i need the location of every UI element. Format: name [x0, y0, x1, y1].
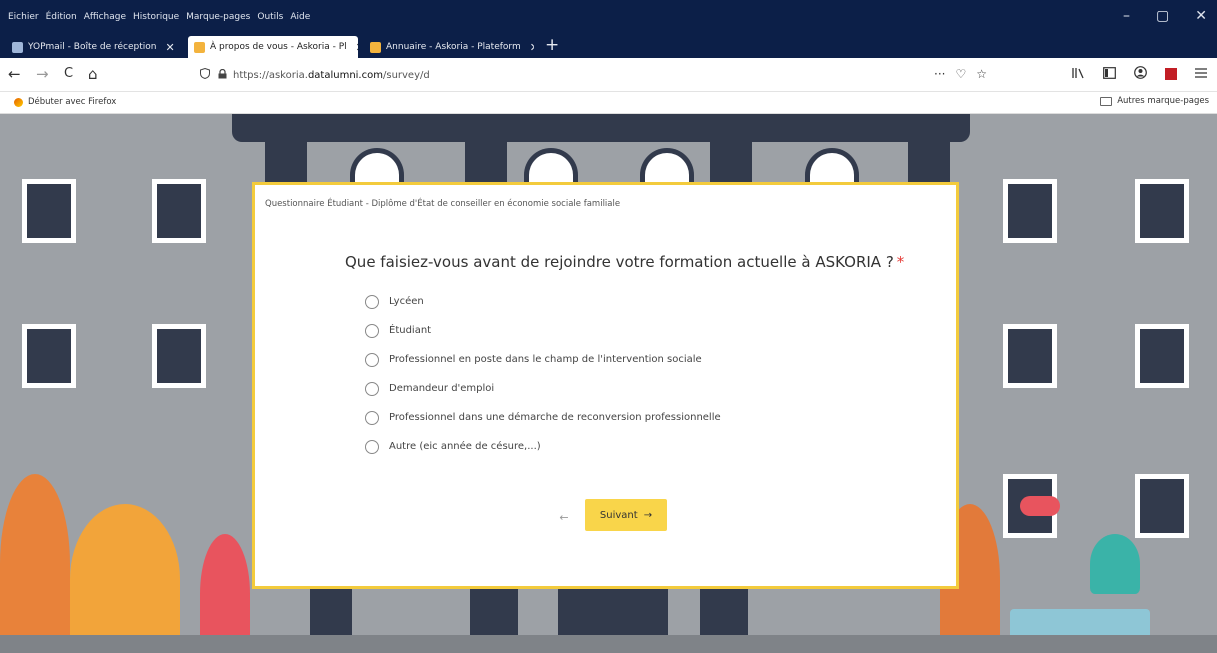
building-window [152, 179, 206, 243]
account-icon[interactable] [1134, 66, 1147, 82]
sidebar-icon[interactable] [1103, 66, 1116, 82]
option-label: Professionnel dans une démarche de recon… [389, 412, 721, 423]
options-list: Lycéen Étudiant Professionnel en poste d… [365, 287, 721, 461]
survey-title: Questionnaire Étudiant - Diplôme d'État … [265, 199, 621, 209]
menu-historique[interactable]: Historique [133, 12, 179, 22]
building-window [1003, 179, 1057, 243]
building-window [22, 179, 76, 243]
new-tab-button[interactable]: + [545, 35, 559, 55]
option-reconversion[interactable]: Professionnel dans une démarche de recon… [365, 403, 721, 432]
option-demandeur-emploi[interactable]: Demandeur d'emploi [365, 374, 721, 403]
building-column [710, 142, 752, 182]
bookmarks-bar: Débuter avec Firefox Autres marque-pages [0, 92, 1217, 114]
menu-affichage[interactable]: Affichage [84, 12, 126, 22]
menu-marque-pages[interactable]: Marque-pages [186, 12, 250, 22]
person-illustration [1090, 534, 1140, 594]
option-label: Autre (eic année de césure,...) [389, 441, 541, 452]
pdf-icon[interactable] [1165, 68, 1177, 80]
question-text: Que faisiez-vous avant de rejoindre votr… [345, 253, 904, 271]
close-tab-icon[interactable]: ✕ [530, 41, 534, 54]
menu-bar: Eichier Édition Affichage Historique Mar… [0, 0, 1217, 33]
person-illustration [70, 504, 180, 653]
folder-icon [1100, 96, 1113, 106]
menu-fichier[interactable]: Eichier [8, 12, 39, 22]
building-window [1135, 324, 1189, 388]
option-professionnel-en-poste[interactable]: Professionnel en poste dans le champ de … [365, 345, 721, 374]
url-host: datalumni.com [307, 69, 383, 81]
survey-card: Questionnaire Étudiant - Diplôme d'État … [252, 182, 959, 589]
url-bar[interactable]: https://askoria. datalumni.com/survey/d [200, 63, 990, 87]
radio-button[interactable] [365, 352, 379, 367]
option-label: Demandeur d'emploi [389, 383, 495, 394]
building-window [1135, 474, 1189, 538]
library-icon[interactable] [1072, 67, 1085, 82]
other-bookmarks-label: Autres marque-pages [1117, 96, 1209, 106]
pocket-icon[interactable]: ♡ [955, 67, 966, 81]
firefox-icon [14, 97, 23, 107]
tab-label: YOPmail - Boîte de réception [28, 42, 157, 52]
tab-a-propos[interactable]: À propos de vous - Askoria - Pl ✕ [188, 36, 358, 58]
question-label: Que faisiez-vous avant de rejoindre votr… [345, 253, 894, 271]
option-label: Étudiant [389, 325, 432, 336]
radio-button[interactable] [365, 381, 379, 396]
close-tab-icon[interactable]: ✕ [165, 41, 174, 54]
tab-bar: YOPmail - Boîte de réception ✕ À propos … [0, 33, 1217, 58]
radio-button[interactable] [365, 294, 379, 309]
tab-label: Annuaire - Askoria - Plateform [386, 42, 521, 52]
arrow-right-icon: → [643, 509, 653, 521]
reload-icon[interactable]: C [64, 66, 73, 81]
bookmark-star-icon[interactable]: ☆ [976, 67, 987, 81]
person-illustration [0, 474, 70, 653]
menu-icon[interactable] [1195, 67, 1207, 81]
close-window-button[interactable]: ✕ [1195, 8, 1207, 24]
navigation-bar: ← → C ⌂ https://askoria. datalumni.com/su… [0, 58, 1217, 92]
building-window [22, 324, 76, 388]
tab-annuaire[interactable]: Annuaire - Askoria - Plateform ✕ [364, 36, 534, 58]
radio-button[interactable] [365, 410, 379, 425]
minimize-button[interactable]: – [1123, 8, 1130, 24]
back-arrow-icon[interactable]: ← [8, 65, 21, 83]
lock-icon [218, 68, 227, 82]
askoria-favicon-icon [370, 41, 381, 53]
bookmark-label: Débuter avec Firefox [28, 97, 117, 107]
ground [0, 635, 1217, 653]
close-tab-icon[interactable]: ✕ [356, 41, 358, 54]
bookmark-getting-started[interactable]: Débuter avec Firefox [14, 97, 116, 107]
building-roof [232, 114, 970, 142]
askoria-favicon-icon [194, 41, 205, 53]
page-background: Questionnaire Étudiant - Diplôme d'État … [0, 114, 1217, 653]
tab-yopmail[interactable]: YOPmail - Boîte de réception ✕ [6, 36, 184, 58]
building-column [908, 142, 950, 182]
other-bookmarks[interactable]: Autres marque-pages [1100, 96, 1209, 106]
url-path: /survey/d [382, 69, 430, 81]
radio-button[interactable] [365, 323, 379, 338]
url-prefix: https://askoria. [233, 69, 308, 81]
radio-button[interactable] [365, 439, 379, 454]
tab-label: À propos de vous - Askoria - Pl [210, 42, 347, 52]
building-window [1135, 179, 1189, 243]
menu-aide[interactable]: Aide [290, 12, 310, 22]
option-label: Professionnel en poste dans le champ de … [389, 354, 702, 365]
next-button[interactable]: Suivant → [585, 499, 667, 531]
menu-edition[interactable]: Édition [46, 12, 77, 22]
option-label: Lycéen [389, 296, 424, 307]
forward-arrow-icon[interactable]: → [36, 65, 49, 83]
shield-icon [200, 67, 210, 82]
speech-bubble-icon [1020, 496, 1060, 516]
building-column [265, 142, 307, 182]
option-etudiant[interactable]: Étudiant [365, 316, 721, 345]
option-autre[interactable]: Autre (eic année de césure,...) [365, 432, 721, 461]
option-lyceen[interactable]: Lycéen [365, 287, 721, 316]
page-actions-icon[interactable]: ··· [934, 67, 945, 81]
yopmail-favicon-icon [12, 41, 23, 53]
building-window [152, 324, 206, 388]
menu-outils[interactable]: Outils [257, 12, 283, 22]
previous-button[interactable]: ← [553, 507, 575, 529]
maximize-button[interactable]: ▢ [1156, 8, 1169, 24]
building-window [1003, 324, 1057, 388]
building-column [465, 142, 507, 182]
next-label: Suivant [599, 509, 638, 521]
home-icon[interactable]: ⌂ [88, 65, 98, 83]
required-mark: * [896, 253, 905, 271]
